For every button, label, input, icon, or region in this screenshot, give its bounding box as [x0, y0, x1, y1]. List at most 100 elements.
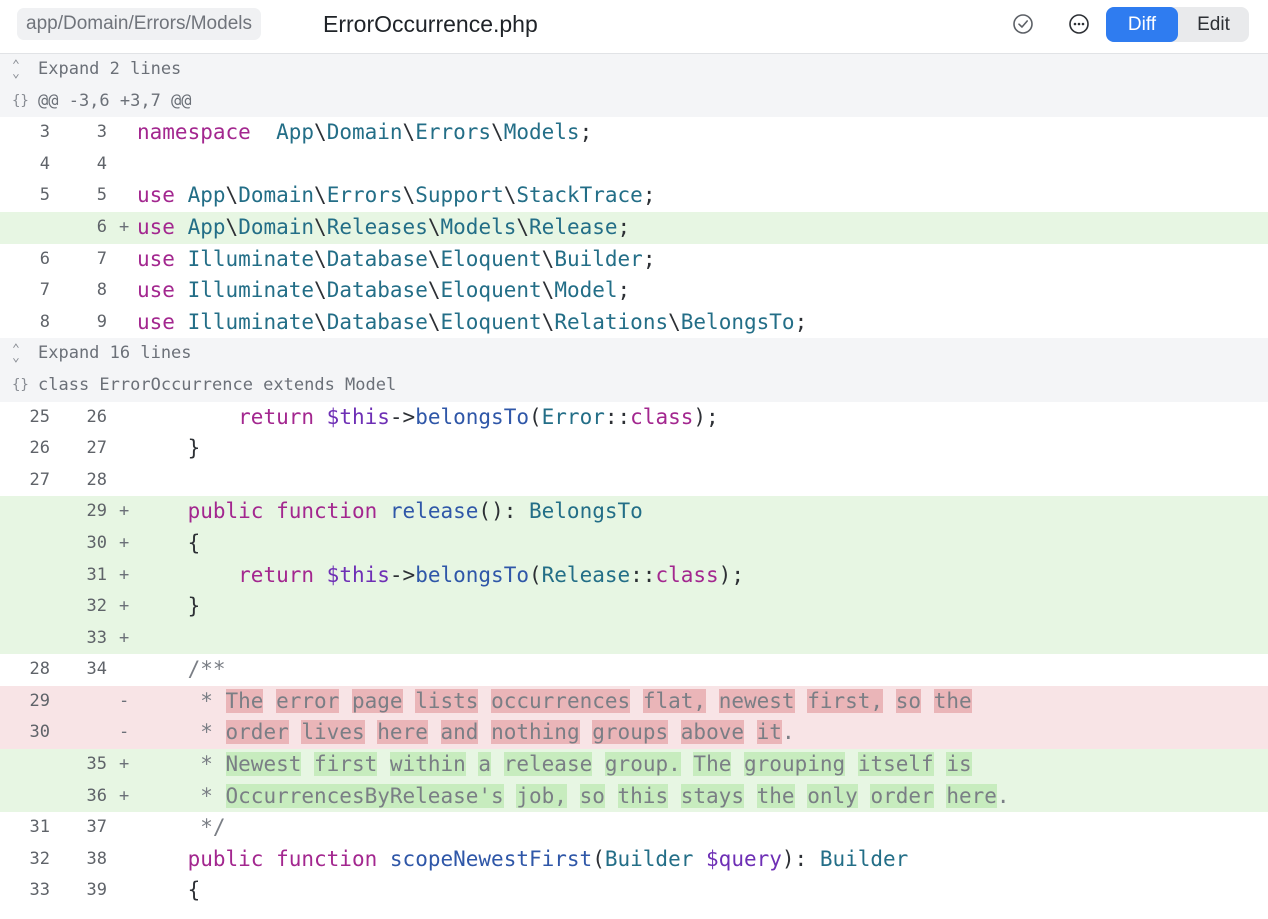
braces-icon: {} [12, 92, 29, 109]
code-text: use Illuminate\Database\Eloquent\Model; [137, 275, 630, 307]
code-token: order [225, 720, 289, 745]
code-token: page [351, 688, 403, 713]
code-token: belongsTo [415, 562, 529, 587]
code-token: -> [389, 404, 416, 429]
new-line-number: 29 [86, 501, 107, 522]
new-line-number: 5 [96, 185, 107, 206]
more-options-icon[interactable] [1067, 12, 1091, 36]
edit-tab[interactable]: Edit [1178, 7, 1249, 42]
code-token: Database [326, 278, 428, 303]
code-text: public function release(): BelongsTo [137, 496, 643, 528]
new-line-number: 26 [86, 406, 107, 427]
new-line-number: 27 [86, 438, 107, 459]
code-token: $this [326, 404, 390, 429]
code-token: Eloquent [440, 246, 542, 271]
code-token: ( [528, 404, 542, 429]
added-line: 35 + * Newest first within a release grou… [0, 749, 1268, 781]
code-token: nothing [491, 720, 580, 745]
new-line-number: 30 [86, 532, 107, 553]
expand-lines-button[interactable]: ⌃ ⌄ Expand 2 lines [0, 54, 1268, 86]
code-token: -> [389, 562, 416, 587]
old-line-number: 26 [29, 438, 50, 459]
hunk-header: {} @@ -3,6 +3,7 @@ [0, 85, 1268, 118]
context-line: 44 [0, 149, 1268, 181]
code-token: function [276, 846, 378, 871]
code-token: class [630, 404, 694, 429]
code-token: \ [402, 120, 416, 145]
code-token: newest [718, 688, 795, 713]
code-token: \ [427, 214, 441, 239]
context-line: 31 37 */ [0, 812, 1268, 844]
added-line: 30 + { [0, 527, 1268, 560]
code-token: \ [541, 309, 555, 334]
new-line-number: 7 [96, 248, 107, 269]
breadcrumb[interactable]: app/Domain/Errors/Models [17, 8, 261, 40]
diff-view: ⌃ ⌄ Expand 2 lines{} @@ -3,6 +3,7 @@ 3 3 names… [0, 54, 1268, 907]
code-token: Domain [326, 120, 403, 145]
code-token: use [137, 183, 175, 208]
code-token: class [655, 562, 719, 587]
code-token: Builder [554, 246, 643, 271]
code-token: Illuminate [187, 278, 315, 303]
code-token: Domain [238, 183, 315, 208]
code-token: . [781, 720, 795, 745]
code-token: Newest [225, 752, 302, 777]
new-line-number: 6 [96, 216, 107, 237]
code-token: Releases [326, 214, 428, 239]
code-token: \ [427, 278, 441, 303]
expand-chevron-icon: ⌃ ⌄ [12, 57, 20, 81]
code-token: error [276, 688, 340, 713]
diff-sign: - [119, 690, 130, 711]
code-token: ): [781, 846, 820, 871]
code-token: . [996, 783, 1010, 808]
code-token: the [933, 688, 972, 713]
new-line-number: 35 [86, 754, 107, 775]
context-line: 5 5 use App\Domain\Errors\Support\StackTra… [0, 180, 1268, 212]
code-token: Eloquent [440, 278, 542, 303]
code-token: ; [617, 214, 631, 239]
expand-label: Expand 2 lines [38, 59, 182, 79]
code-token: * [137, 688, 226, 713]
context-line: 28 34 /** [0, 654, 1268, 686]
code-token: groups [592, 720, 669, 745]
code-text: * Newest first within a release group. T… [137, 749, 972, 781]
code-text: */ [137, 812, 225, 844]
code-text: namespace App\Domain\Errors\Models; [137, 117, 592, 149]
hunk-label: @@ -3,6 +3,7 @@ [38, 90, 192, 111]
old-line-number: 3 [39, 122, 50, 143]
diff-tab[interactable]: Diff [1106, 7, 1178, 42]
expand-lines-button[interactable]: ⌃ ⌄ Expand 16 lines [0, 338, 1268, 370]
code-token: ; [617, 278, 631, 303]
code-text: { [137, 528, 201, 560]
added-line: 31 + return $this->belongsTo(Release::cla… [0, 559, 1268, 592]
code-text: { [137, 875, 201, 907]
toolbar: app/Domain/Errors/Models ErrorOccurrence… [0, 0, 1268, 54]
code-token: The [225, 688, 264, 713]
code-token: first [314, 752, 378, 777]
code-token: * [137, 783, 226, 808]
added-line: 6 + use App\Domain\Releases\Models\Release… [0, 211, 1268, 244]
code-text: } [137, 591, 201, 623]
checkmark-circle-icon[interactable] [1011, 12, 1035, 36]
code-token: ); [693, 404, 719, 429]
old-line-number: 7 [39, 280, 50, 301]
code-token: public [187, 846, 264, 871]
code-token: \ [516, 214, 530, 239]
removed-line: 30 - * order lives here and nothing group… [0, 717, 1268, 750]
code-token: \ [503, 183, 517, 208]
old-line-number: 27 [29, 469, 50, 490]
